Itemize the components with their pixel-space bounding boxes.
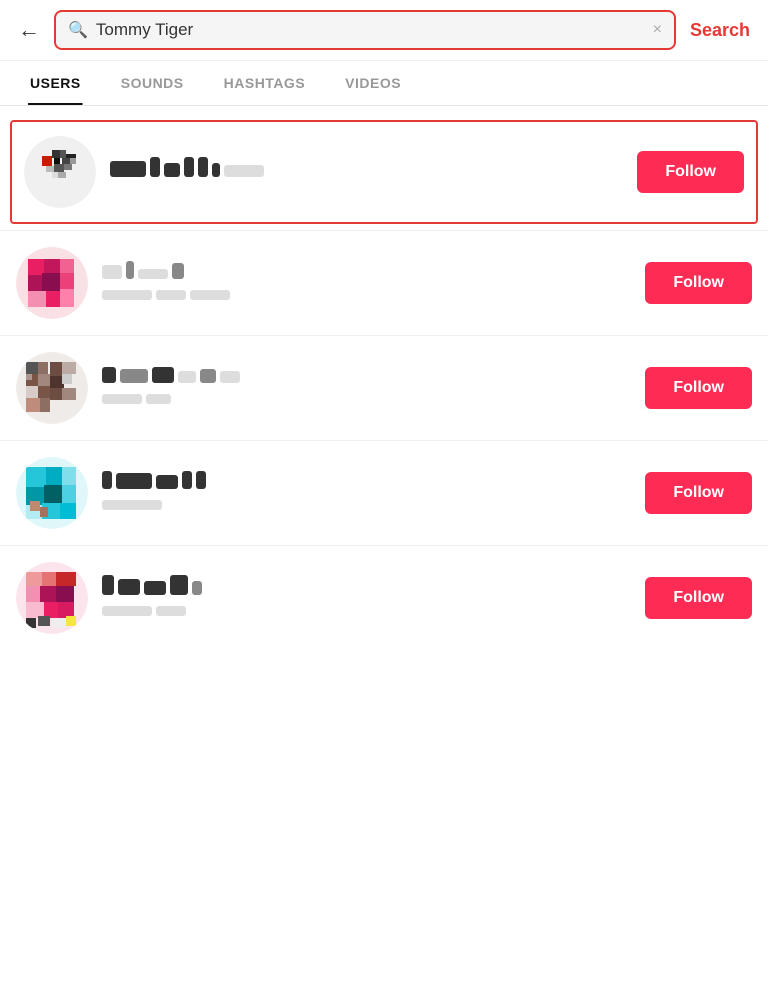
user-info bbox=[102, 261, 631, 306]
text-placeholder bbox=[116, 473, 152, 489]
avatar bbox=[24, 136, 96, 208]
text-placeholder bbox=[152, 367, 174, 383]
user-info bbox=[102, 367, 631, 410]
text-placeholder bbox=[156, 290, 186, 300]
list-item: Follow bbox=[0, 548, 768, 648]
follow-button[interactable]: Follow bbox=[645, 472, 752, 514]
text-placeholder bbox=[150, 157, 160, 177]
subtext-area bbox=[102, 606, 631, 622]
text-placeholder bbox=[144, 581, 166, 595]
avatar bbox=[16, 457, 88, 529]
avatar bbox=[16, 562, 88, 634]
user-info bbox=[102, 471, 631, 516]
tab-hashtags[interactable]: HASHTAGS bbox=[204, 61, 326, 105]
text-placeholder bbox=[156, 606, 186, 616]
user-info bbox=[110, 157, 623, 188]
search-icon: 🔍 bbox=[68, 20, 88, 40]
divider bbox=[0, 545, 768, 546]
text-placeholder bbox=[102, 471, 112, 489]
user-info bbox=[102, 575, 631, 622]
divider bbox=[0, 230, 768, 231]
divider bbox=[0, 440, 768, 441]
tab-sounds[interactable]: SOUNDS bbox=[101, 61, 204, 105]
text-placeholder bbox=[190, 290, 230, 300]
list-item: Follow bbox=[0, 443, 768, 543]
tab-videos[interactable]: VIDEOS bbox=[325, 61, 421, 105]
text-placeholder bbox=[102, 500, 162, 510]
header: ← 🔍 × Search bbox=[0, 0, 768, 61]
text-placeholder bbox=[172, 263, 184, 279]
text-placeholder bbox=[102, 575, 114, 595]
divider bbox=[0, 335, 768, 336]
subtext-area bbox=[102, 500, 631, 516]
text-placeholder bbox=[120, 369, 148, 383]
text-placeholder bbox=[220, 371, 240, 383]
text-placeholder bbox=[138, 269, 168, 279]
text-placeholder bbox=[102, 367, 116, 383]
search-input[interactable] bbox=[96, 20, 645, 40]
text-placeholder bbox=[102, 394, 142, 404]
text-placeholder bbox=[184, 157, 194, 177]
clear-button[interactable]: × bbox=[653, 21, 662, 39]
text-placeholder bbox=[102, 606, 152, 616]
text-placeholder bbox=[212, 163, 220, 177]
text-placeholder bbox=[146, 394, 171, 404]
search-button[interactable]: Search bbox=[686, 20, 754, 41]
text-placeholder bbox=[110, 161, 146, 177]
search-box: 🔍 × bbox=[54, 10, 676, 50]
avatar bbox=[16, 352, 88, 424]
text-placeholder bbox=[192, 581, 202, 595]
follow-button[interactable]: Follow bbox=[645, 262, 752, 304]
username-area bbox=[110, 157, 623, 183]
text-placeholder bbox=[178, 371, 196, 383]
list-item: Follow bbox=[10, 120, 758, 224]
text-placeholder bbox=[164, 163, 180, 177]
text-placeholder bbox=[182, 471, 192, 489]
text-placeholder bbox=[198, 157, 208, 177]
subtext-area bbox=[102, 394, 631, 410]
tab-users[interactable]: USERS bbox=[10, 61, 101, 105]
username-area bbox=[102, 261, 631, 285]
username-area bbox=[102, 367, 631, 389]
user-list: Follow bbox=[0, 106, 768, 656]
list-item: Follow bbox=[0, 233, 768, 333]
text-placeholder bbox=[118, 579, 140, 595]
back-button[interactable]: ← bbox=[14, 13, 44, 47]
avatar bbox=[16, 247, 88, 319]
text-placeholder bbox=[196, 471, 206, 489]
text-placeholder bbox=[200, 369, 216, 383]
text-placeholder bbox=[224, 165, 264, 177]
subtext-area bbox=[102, 290, 631, 306]
username-area bbox=[102, 471, 631, 495]
list-item: Follow bbox=[0, 338, 768, 438]
follow-button[interactable]: Follow bbox=[637, 151, 744, 193]
username-area bbox=[102, 575, 631, 601]
text-placeholder bbox=[102, 265, 122, 279]
follow-button[interactable]: Follow bbox=[645, 367, 752, 409]
text-placeholder bbox=[126, 261, 134, 279]
follow-button[interactable]: Follow bbox=[645, 577, 752, 619]
tabs-bar: USERS SOUNDS HASHTAGS VIDEOS bbox=[0, 61, 768, 106]
text-placeholder bbox=[102, 290, 152, 300]
text-placeholder bbox=[156, 475, 178, 489]
text-placeholder bbox=[170, 575, 188, 595]
